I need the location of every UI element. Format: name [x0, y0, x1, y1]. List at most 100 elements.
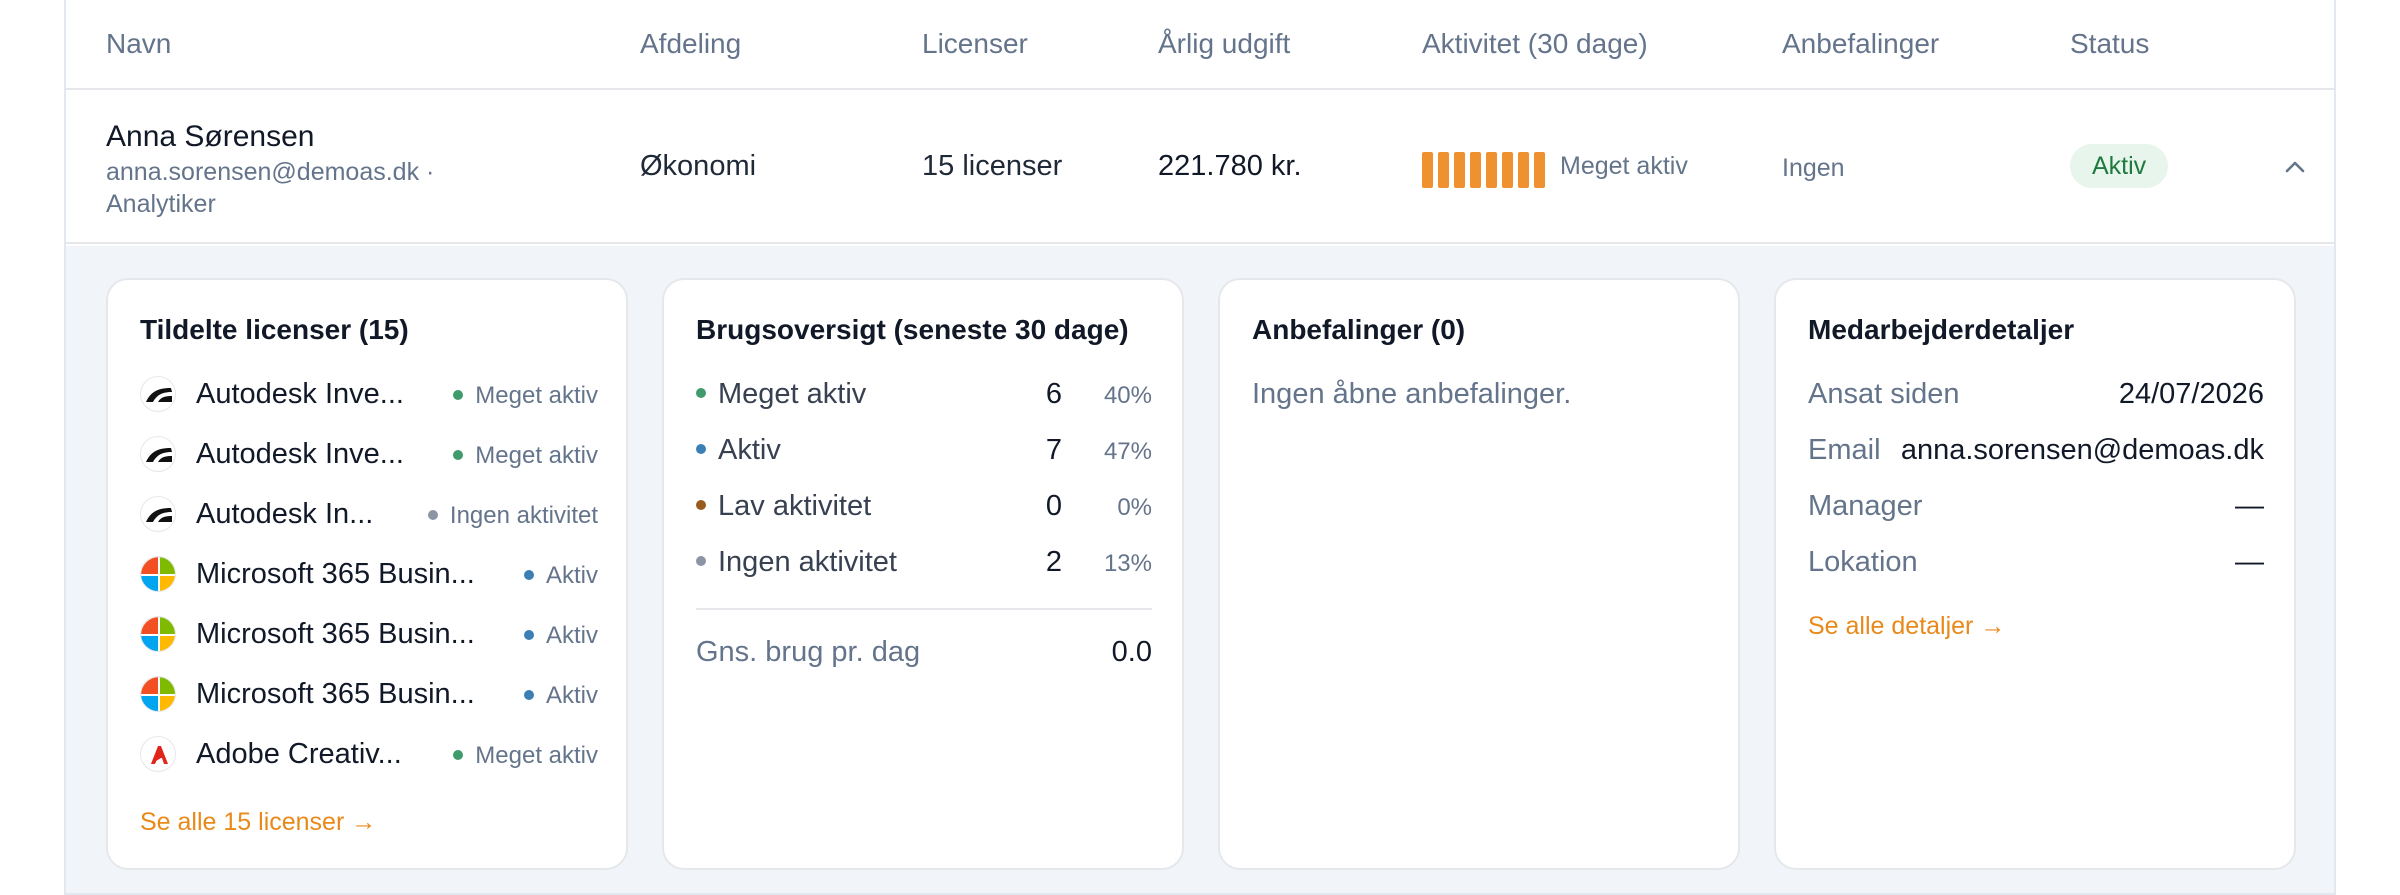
detail-value: — [2235, 546, 2264, 578]
status-badge: Aktiv [2070, 144, 2169, 188]
autodesk-icon [140, 376, 176, 412]
usage-percent: 0% [1117, 494, 1152, 521]
no-recommendations-text: Ingen åbne anbefalinger. [1252, 378, 1572, 410]
usage-count: 7 [1045, 434, 1062, 466]
activity-bar [1438, 152, 1449, 188]
activity-bar [1502, 152, 1513, 188]
license-name: Autodesk Inve... [196, 378, 404, 410]
detail-label: Email [1808, 434, 1881, 466]
col-status[interactable]: Status [2070, 28, 2149, 60]
license-status-text: Aktiv [545, 682, 598, 709]
details-card-title: Medarbejderdetaljer [1808, 314, 2075, 345]
usage-dot [696, 500, 706, 511]
divider [696, 608, 1152, 610]
usage-label: Aktiv [718, 434, 781, 466]
usage-label: Lav aktivitet [718, 490, 872, 522]
activity-bar [1454, 152, 1465, 188]
average-usage-label: Gns. brug pr. dag [696, 636, 921, 668]
license-status: Meget aktiv [453, 382, 598, 410]
license-status-text: Ingen aktivitet [449, 502, 598, 529]
license-item[interactable]: Autodesk In... Ingen aktivitet [140, 494, 598, 534]
license-item[interactable]: Autodesk Inve... Meget aktiv [140, 434, 598, 474]
col-annual-cost[interactable]: Årlig udgift [1158, 28, 1290, 60]
status-dot [453, 749, 464, 760]
employee-name: Anna Sørensen [106, 120, 315, 153]
usage-label: Ingen aktivitet [718, 546, 897, 578]
col-activity[interactable]: Aktivitet (30 dage) [1422, 28, 1648, 60]
usage-dot [696, 444, 706, 455]
col-recommendations[interactable]: Anbefalinger [1782, 28, 1939, 60]
adobe-icon [140, 736, 176, 772]
detail-row: Lokation — [1808, 542, 2264, 582]
usage-row: Ingen aktivitet 2 13% [696, 542, 1152, 582]
see-all-licenses-link[interactable]: Se alle 15 licenser → [140, 808, 376, 837]
usage-card: Brugsoversigt (seneste 30 dage) Meget ak… [662, 278, 1184, 870]
license-status-text: Aktiv [545, 562, 598, 589]
license-name: Autodesk In... [196, 498, 374, 530]
autodesk-icon [140, 436, 176, 472]
license-status: Aktiv [523, 682, 598, 710]
license-status-text: Meget aktiv [475, 442, 598, 469]
activity-bar [1422, 152, 1433, 188]
recommendations-card-title: Anbefalinger (0) [1252, 314, 1466, 345]
employee-table: Navn Afdeling Licenser Årlig udgift Akti… [64, 0, 2336, 895]
chevron-up-icon[interactable] [2280, 152, 2310, 182]
detail-value: — [2235, 490, 2264, 522]
activity-meter [1422, 152, 1545, 188]
detail-value: 24/07/2026 [2118, 378, 2264, 410]
detail-row: Email anna.sorensen@demoas.dk [1808, 430, 2264, 470]
status-dot [523, 569, 534, 580]
detail-value: anna.sorensen@demoas.dk [1900, 434, 2264, 466]
employee-details-card: Medarbejderdetaljer Ansat siden 24/07/202… [1774, 278, 2296, 870]
license-status-text: Meget aktiv [475, 382, 598, 409]
license-status: Aktiv [523, 622, 598, 650]
license-name: Adobe Creativ... [196, 738, 402, 770]
license-status: Ingen aktivitet [427, 502, 598, 530]
detail-row: Manager — [1808, 486, 2264, 526]
usage-dot [696, 388, 706, 399]
license-name: Microsoft 365 Busin... [196, 558, 475, 590]
recommendations-card: Anbefalinger (0) Ingen åbne anbefalinger… [1218, 278, 1740, 870]
usage-row: Meget aktiv 6 40% [696, 374, 1152, 414]
usage-row: Lav aktivitet 0 0% [696, 486, 1152, 526]
col-licenses[interactable]: Licenser [922, 28, 1028, 60]
status-dot [523, 629, 534, 640]
license-name: Microsoft 365 Busin... [196, 678, 475, 710]
detail-row: Ansat siden 24/07/2026 [1808, 374, 2264, 414]
license-name: Microsoft 365 Busin... [196, 618, 475, 650]
detail-label: Ansat siden [1808, 378, 1960, 410]
license-status: Meget aktiv [453, 742, 598, 770]
license-status: Meget aktiv [453, 442, 598, 470]
license-item[interactable]: Microsoft 365 Busin... Aktiv [140, 614, 598, 654]
col-name[interactable]: Navn [106, 28, 171, 60]
employee-email-title: anna.sorensen@demoas.dk · Analytiker [106, 158, 435, 218]
usage-card-title: Brugsoversigt (seneste 30 dage) [696, 314, 1129, 345]
status-dot [427, 509, 438, 520]
activity-bar [1534, 152, 1545, 188]
license-item[interactable]: Microsoft 365 Busin... Aktiv [140, 554, 598, 594]
usage-count: 2 [1045, 546, 1062, 578]
usage-percent: 47% [1103, 438, 1152, 465]
licenses-card: Tildelte licenser (15) Autodesk Inve... M… [106, 278, 628, 870]
detail-label: Manager [1808, 490, 1923, 522]
see-all-details-link[interactable]: Se alle detaljer → [1808, 612, 2005, 641]
status-dot [453, 449, 464, 460]
table-row[interactable]: Anna Sørensen anna.sorensen@demoas.dk · … [66, 92, 2334, 244]
col-department[interactable]: Afdeling [640, 28, 741, 60]
employee-expanded-panel: Tildelte licenser (15) Autodesk Inve... M… [66, 246, 2334, 893]
detail-label: Lokation [1808, 546, 1918, 578]
usage-count: 0 [1045, 490, 1062, 522]
activity-bar [1470, 152, 1481, 188]
employee-licenses: 15 licenser [922, 150, 1063, 182]
usage-dot [696, 556, 706, 567]
license-item[interactable]: Microsoft 365 Busin... Aktiv [140, 674, 598, 714]
license-item[interactable]: Adobe Creativ... Meget aktiv [140, 734, 598, 774]
microsoft-icon [140, 616, 176, 652]
microsoft-icon [140, 556, 176, 592]
activity-label: Meget aktiv [1560, 152, 1688, 180]
employee-department: Økonomi [640, 150, 757, 182]
license-status: Aktiv [523, 562, 598, 590]
license-item[interactable]: Autodesk Inve... Meget aktiv [140, 374, 598, 414]
average-usage-row: Gns. brug pr. dag 0.0 [696, 632, 1152, 672]
activity-bar [1486, 152, 1497, 188]
